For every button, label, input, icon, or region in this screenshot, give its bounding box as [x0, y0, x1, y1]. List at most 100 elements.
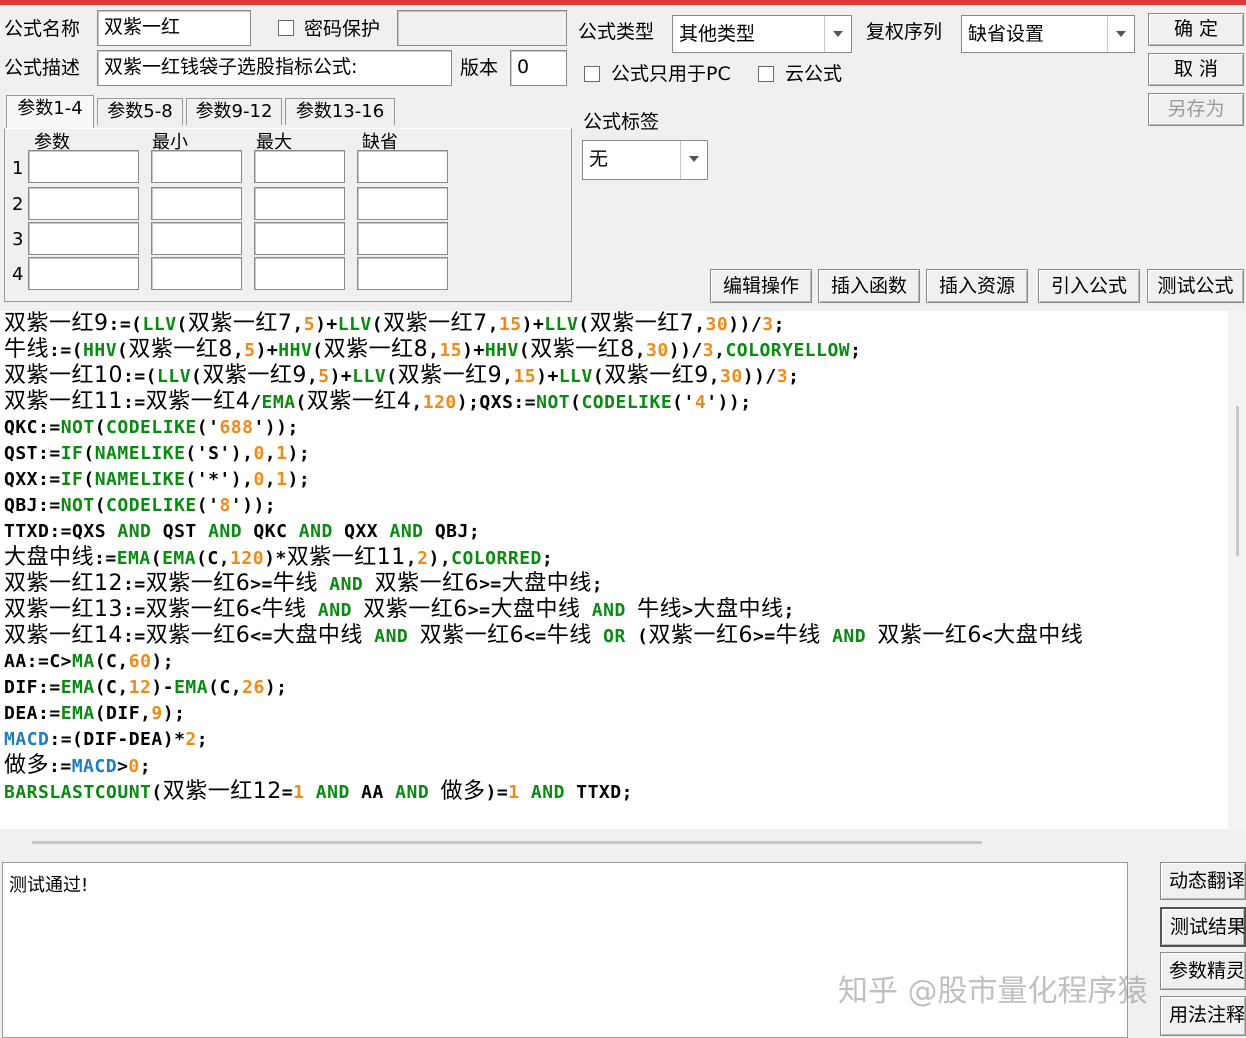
code-token: 双紫一红6	[145, 597, 251, 622]
code-token: (	[150, 548, 163, 569]
cancel-button[interactable]: 取 消	[1148, 53, 1244, 86]
chevron-down-icon[interactable]	[1107, 16, 1134, 52]
param-cell-input[interactable]	[28, 257, 139, 290]
code-editor[interactable]: 双紫一红9:=(LLV(双紫一红7,5)+LLV(双紫一红7,15)+LLV(双…	[0, 311, 1228, 829]
editor-vertical-scrollbar[interactable]	[1228, 311, 1246, 829]
formula-name-input[interactable]: 双紫一红	[97, 10, 251, 46]
code-line: MACD:=(DIF-DEA)*2;	[4, 727, 208, 753]
param-cell-input[interactable]	[254, 222, 345, 255]
chevron-down-icon[interactable]	[680, 141, 707, 179]
code-token: 牛线	[272, 571, 318, 596]
editor-horizontal-scrollbar[interactable]	[0, 829, 1246, 856]
password-input[interactable]	[397, 10, 567, 46]
version-input[interactable]: 0	[510, 50, 567, 86]
param-cell-input[interactable]	[28, 150, 139, 183]
param-cell-input[interactable]	[357, 187, 448, 220]
code-token: IF	[60, 469, 84, 490]
param-cell-input[interactable]	[151, 222, 242, 255]
code-token: ,	[405, 548, 418, 569]
code-token: ,	[428, 340, 440, 361]
scroll-thumb[interactable]	[1236, 406, 1239, 556]
test-result-button[interactable]: 测试结果	[1160, 907, 1246, 947]
password-checkbox[interactable]	[278, 20, 294, 36]
code-token: (DIF,	[94, 703, 152, 724]
ok-button[interactable]: 确 定	[1148, 13, 1244, 46]
formula-type-select[interactable]: 其他类型	[672, 15, 852, 53]
code-token: 9	[151, 703, 163, 724]
code-token: TTXD;	[564, 782, 633, 803]
code-token: AND	[208, 521, 243, 542]
code-token: (	[625, 626, 649, 647]
insert-resource-button[interactable]: 插入资源	[926, 269, 1028, 303]
code-token: 大盘中线	[490, 597, 581, 622]
param-cell-input[interactable]	[151, 187, 242, 220]
tab-params-13-16[interactable]: 参数13-16	[285, 98, 395, 125]
edit-ops-button[interactable]: 编辑操作	[710, 269, 812, 303]
param-wizard-button[interactable]: 参数精灵	[1160, 952, 1246, 990]
tab-params-9-12[interactable]: 参数9-12	[186, 98, 282, 125]
test-formula-button[interactable]: 测试公式	[1147, 269, 1244, 303]
code-token: (	[592, 366, 605, 387]
code-token: ('	[196, 495, 220, 516]
import-formula-button[interactable]: 引入公式	[1038, 269, 1140, 303]
desc-input[interactable]: 双紫一红钱袋子选股指标公式:	[97, 50, 452, 86]
code-token: 大盘中线	[993, 623, 1084, 648]
param-cell-input[interactable]	[357, 222, 448, 255]
param-cell-input[interactable]	[254, 187, 345, 220]
code-token: 双紫一红6	[374, 571, 480, 596]
insert-function-button[interactable]: 插入函数	[818, 269, 920, 303]
param-cell-input[interactable]	[254, 257, 345, 290]
code-token: 5	[244, 340, 256, 361]
code-token: ,	[487, 314, 499, 335]
code-token: 做多	[4, 753, 50, 778]
param-cell-input[interactable]	[357, 150, 448, 183]
code-token: 双紫一红6	[877, 623, 982, 648]
code-token: 30	[646, 340, 669, 361]
code-token: ,	[694, 314, 706, 335]
usage-notes-button[interactable]: 用法注释	[1160, 996, 1246, 1036]
code-token: AND	[389, 521, 424, 542]
code-token: ;	[783, 600, 795, 621]
pc-only-checkbox[interactable]	[584, 66, 600, 82]
code-token: 15	[439, 340, 463, 361]
code-token: AA:=C>	[4, 651, 73, 672]
code-token: 双紫一红4	[145, 389, 251, 414]
code-token: 8	[219, 495, 231, 516]
param-cell-input[interactable]	[151, 257, 242, 290]
code-token: 4	[694, 392, 707, 413]
param-cell-input[interactable]	[254, 150, 345, 183]
tab-params-1-4[interactable]: 参数1-4	[6, 95, 94, 129]
param-cell-input[interactable]	[151, 150, 242, 183]
code-token: ('*'),	[185, 469, 254, 490]
code-line: QBJ:=NOT(CODELIKE('8'));	[4, 493, 276, 519]
code-token: DIF:=	[4, 677, 61, 698]
dynamic-translate-button[interactable]: 动态翻译	[1160, 862, 1246, 900]
code-token: ,	[714, 340, 726, 361]
cloud-checkbox[interactable]	[758, 66, 774, 82]
scroll-thumb[interactable]	[32, 841, 982, 844]
code-token: QBJ:=	[4, 495, 61, 516]
output-scrollbar[interactable]	[1128, 862, 1158, 1038]
param-cell-input[interactable]	[28, 222, 139, 255]
code-token: 0	[253, 443, 265, 464]
code-token: (C,	[94, 651, 129, 672]
save-as-button[interactable]: 另存为	[1148, 93, 1244, 126]
tag-select[interactable]: 无	[582, 140, 708, 180]
fq-select[interactable]: 缺省设置	[961, 15, 1135, 53]
code-token: :=	[49, 756, 72, 777]
code-token: EMA	[261, 392, 296, 413]
watermark: 知乎 @股市量化程序猿	[838, 974, 1148, 1009]
code-token: ,	[708, 366, 721, 387]
param-cell-input[interactable]	[28, 187, 139, 220]
chevron-down-icon[interactable]	[824, 16, 851, 52]
code-token: <	[981, 626, 994, 647]
tab-params-5-8[interactable]: 参数5-8	[97, 98, 183, 125]
param-cell-input[interactable]	[357, 257, 448, 290]
code-token: 双紫一红6	[363, 597, 468, 622]
code-token: :=(DIF-DEA)*	[49, 729, 186, 750]
code-token: (	[578, 314, 590, 335]
